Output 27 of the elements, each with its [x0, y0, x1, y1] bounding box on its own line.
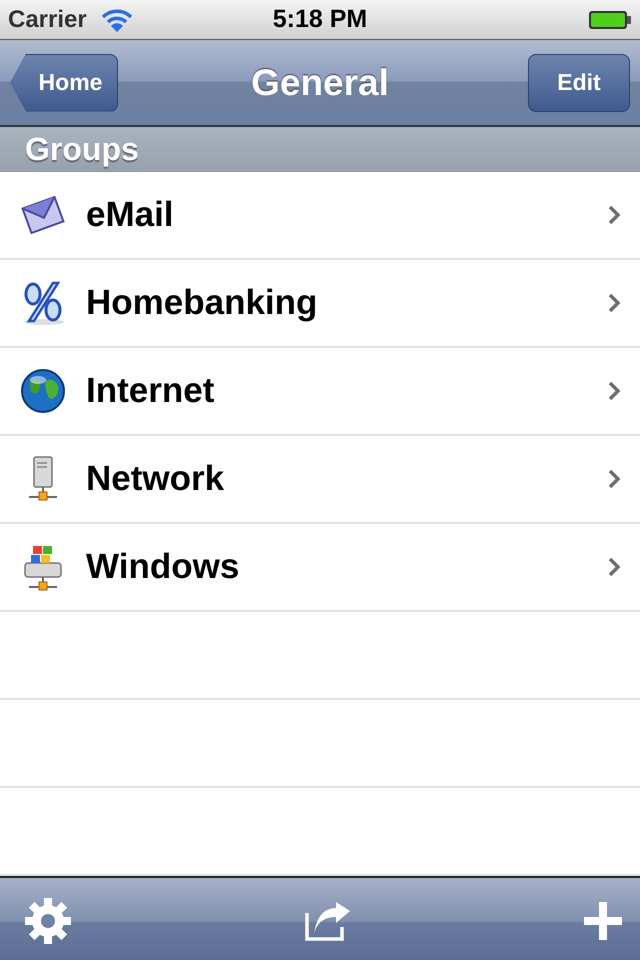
- section-title: Groups: [25, 130, 139, 168]
- globe-icon: [20, 368, 66, 414]
- add-icon[interactable]: [584, 902, 622, 940]
- settings-icon[interactable]: [24, 897, 72, 945]
- row-label: eMail: [86, 195, 175, 235]
- chevron-icon: [608, 557, 620, 577]
- wifi-icon: [100, 8, 133, 32]
- clock: 5:18 PM: [272, 5, 368, 34]
- row-label: Windows: [86, 547, 240, 587]
- chevron-icon: [608, 205, 620, 225]
- nav-title: General: [251, 62, 389, 104]
- row-label: Network: [86, 459, 226, 499]
- row-label: Homebanking: [86, 283, 318, 323]
- back-button[interactable]: Home: [10, 54, 118, 112]
- chevron-icon: [608, 381, 620, 401]
- list-row[interactable]: Internet: [0, 348, 640, 436]
- chevron-icon: [608, 469, 620, 489]
- list-row[interactable]: eMail: [0, 172, 640, 260]
- share-icon[interactable]: [304, 901, 352, 941]
- battery-icon: [588, 8, 632, 30]
- list-row[interactable]: Windows: [0, 524, 640, 612]
- carrier-label: Carrier: [8, 6, 87, 34]
- edit-button[interactable]: Edit: [528, 54, 630, 112]
- list-row[interactable]: Homebanking: [0, 260, 640, 348]
- chevron-icon: [608, 293, 620, 313]
- list-row[interactable]: Network: [0, 436, 640, 524]
- row-label: Internet: [86, 371, 216, 411]
